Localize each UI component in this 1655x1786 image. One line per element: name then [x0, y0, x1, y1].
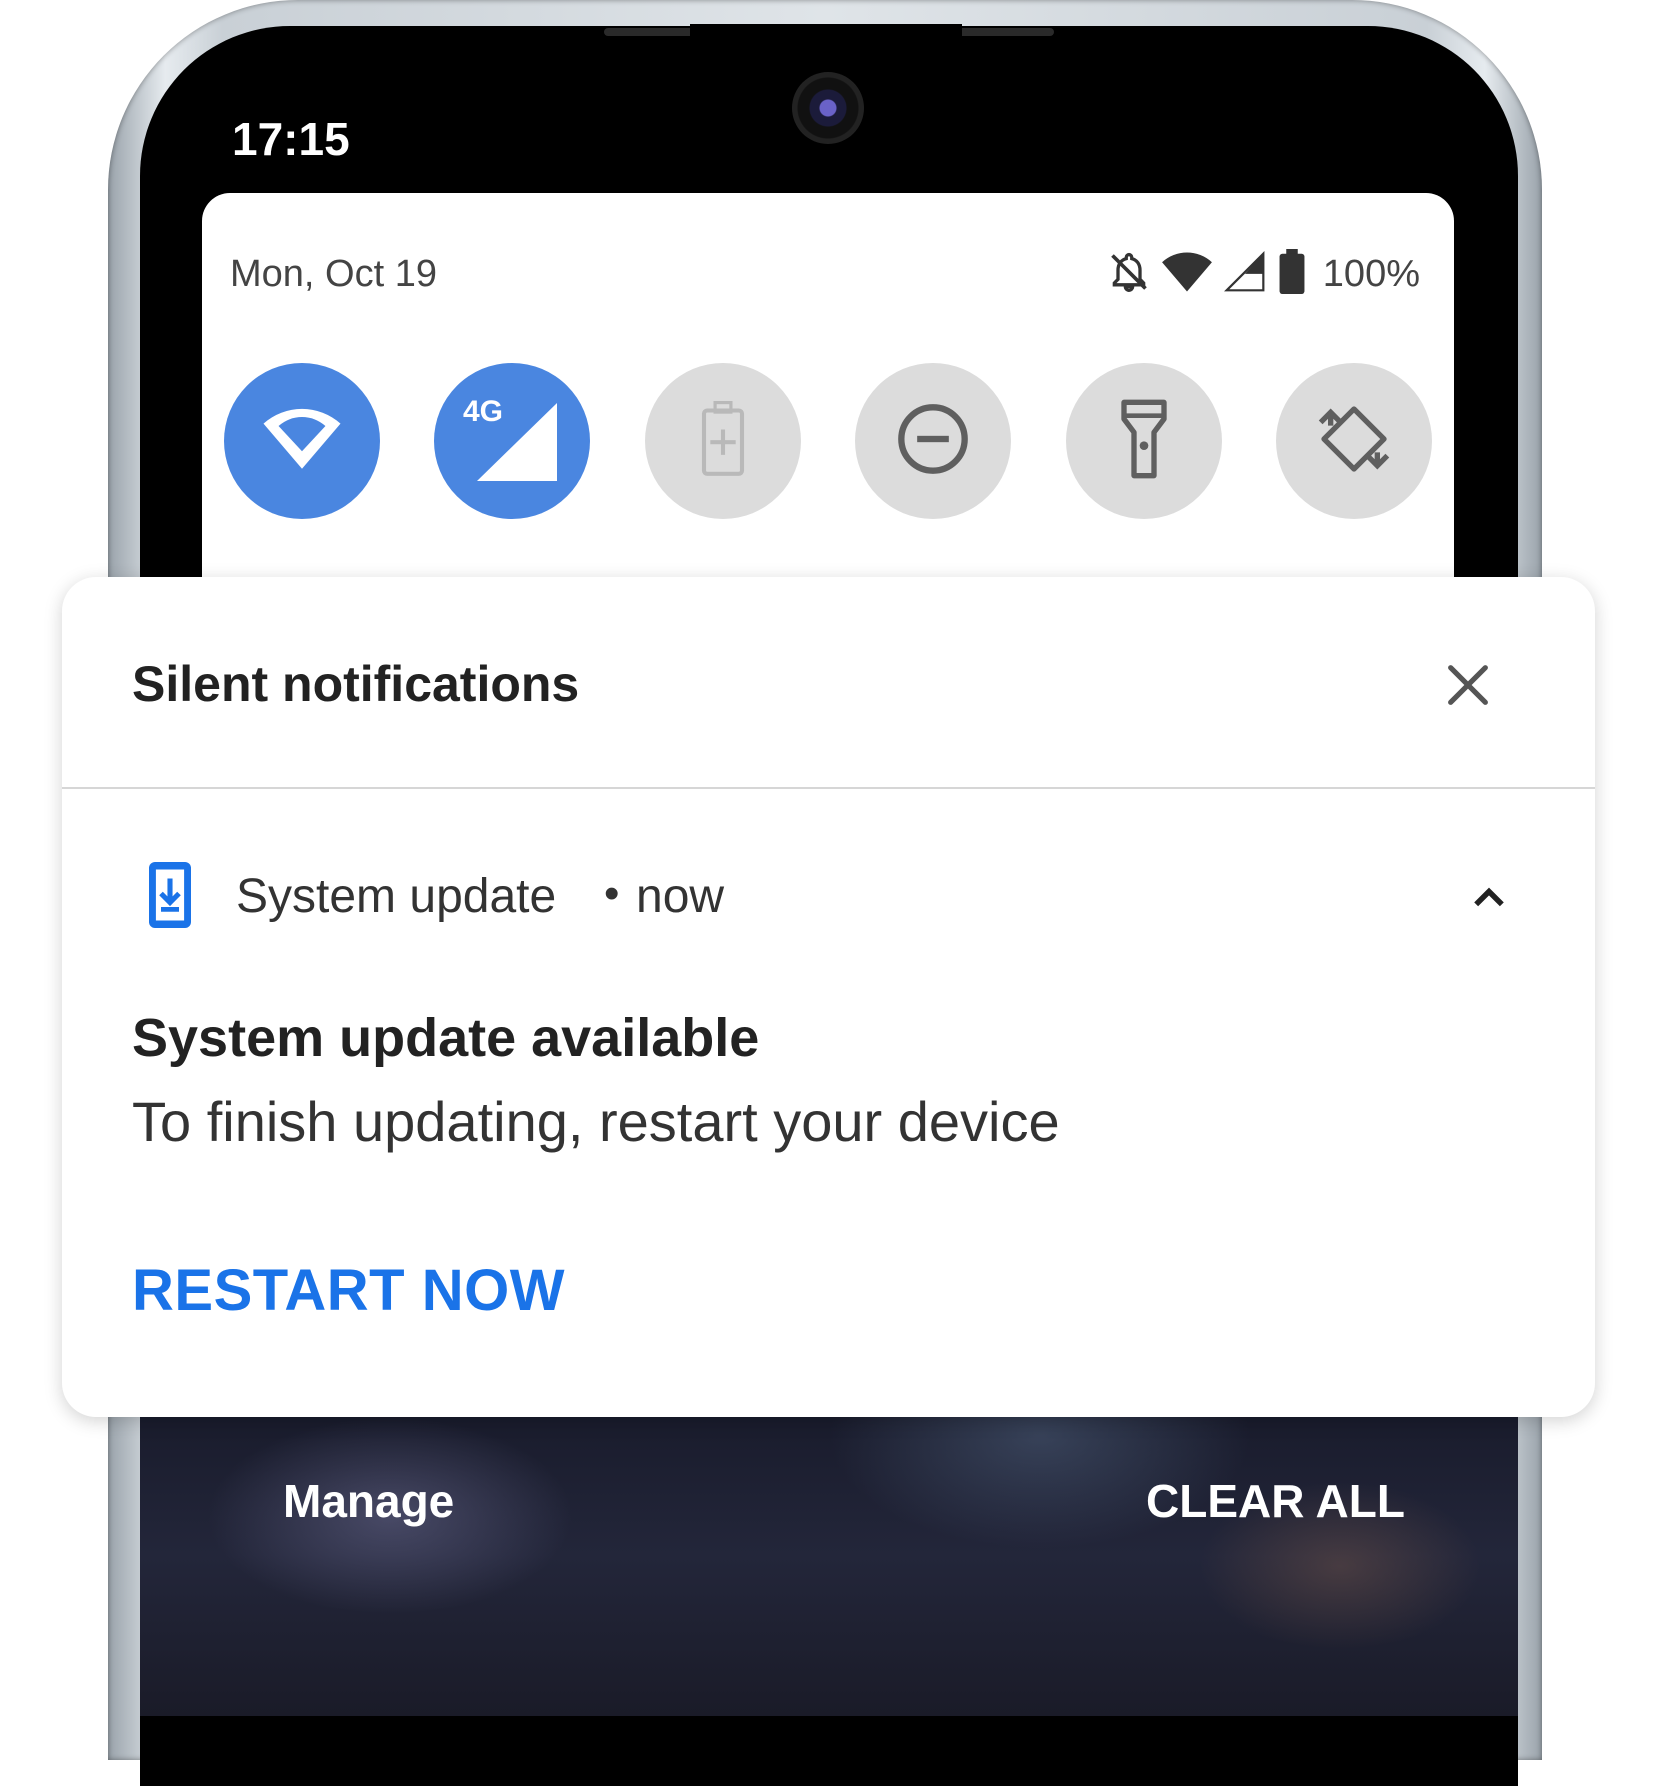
wifi-icon: [260, 404, 344, 479]
quick-settings-date[interactable]: Mon, Oct 19: [230, 253, 437, 296]
silent-notifications-header: Silent notifications: [132, 656, 580, 712]
do-not-disturb-icon: [895, 401, 971, 482]
network-type-label: 4G: [463, 395, 504, 428]
flashlight-icon: [1119, 399, 1169, 484]
auto-rotate-icon: [1314, 399, 1394, 484]
notification-text: To finish updating, restart your device: [132, 1090, 1060, 1153]
status-icons: 100%: [1107, 249, 1420, 300]
collapse-button[interactable]: [1467, 877, 1511, 917]
battery-icon: [1277, 249, 1307, 300]
quick-settings-panel: Mon, Oct 19 100% 4G: [202, 193, 1454, 593]
front-camera: [792, 72, 864, 144]
notification-title: System update available: [132, 1008, 760, 1068]
status-bar-time: 17:15: [232, 113, 350, 165]
battery-saver-tile[interactable]: [645, 363, 801, 519]
header-divider: [62, 787, 1595, 789]
cell-signal-icon: 4G: [457, 393, 567, 489]
restart-now-button[interactable]: RESTART NOW: [132, 1257, 565, 1324]
separator-dot: •: [604, 869, 620, 918]
battery-saver-icon: [698, 400, 748, 482]
clear-all-button[interactable]: CLEAR ALL: [1146, 1474, 1405, 1528]
close-button[interactable]: [1442, 659, 1494, 711]
notification-time: now: [636, 870, 725, 923]
wifi-tile[interactable]: [224, 363, 380, 519]
mobile-data-tile[interactable]: 4G: [434, 363, 590, 519]
manage-button[interactable]: Manage: [283, 1474, 454, 1528]
system-update-icon: [146, 858, 194, 932]
quick-settings-tiles: 4G: [224, 363, 1434, 521]
notification-app-name: System update: [236, 870, 557, 923]
wifi-icon: [1161, 250, 1213, 299]
bell-off-icon: [1107, 250, 1151, 299]
auto-rotate-tile[interactable]: [1276, 363, 1432, 519]
notification-card: Silent notifications System update • now…: [62, 577, 1595, 1417]
do-not-disturb-tile[interactable]: [855, 363, 1011, 519]
cell-signal-icon: [1223, 250, 1267, 299]
battery-percent: 100%: [1322, 253, 1420, 295]
flashlight-tile[interactable]: [1066, 363, 1222, 519]
close-icon: [1442, 665, 1494, 715]
chevron-up-icon: [1467, 887, 1511, 921]
